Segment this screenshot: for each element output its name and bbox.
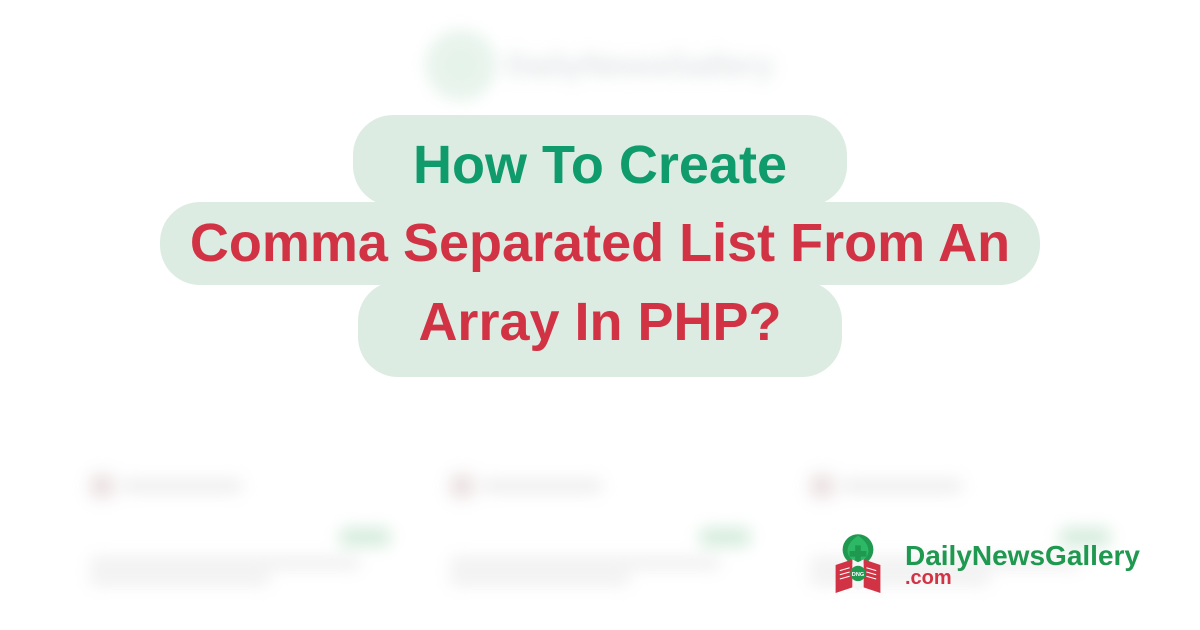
bg-blur-card bbox=[450, 474, 750, 590]
title-pill-middle: Comma Separated List From An bbox=[160, 202, 1040, 286]
title-pill-top: How To Create bbox=[353, 115, 847, 206]
title-pill-bottom: Array In PHP? bbox=[358, 281, 841, 377]
brand-logo: DNG DailyNewsGallery .com bbox=[823, 530, 1140, 600]
brand-name: DailyNewsGallery bbox=[905, 542, 1140, 570]
title-line-3: Array In PHP? bbox=[418, 289, 781, 357]
bg-blur-card bbox=[90, 474, 390, 590]
brand-domain: .com bbox=[905, 568, 1140, 588]
title-container: How To Create Comma Separated List From … bbox=[0, 115, 1200, 377]
svg-text:DNG: DNG bbox=[852, 572, 864, 578]
bg-blur-logo-text: DailyNewsGallery bbox=[506, 47, 775, 84]
bg-blur-logo-icon bbox=[426, 30, 496, 100]
title-line-2: Comma Separated List From An bbox=[190, 210, 1010, 278]
title-line-1: How To Create bbox=[413, 133, 787, 198]
bg-blur-logo: DailyNewsGallery bbox=[426, 30, 775, 100]
brand-logo-icon: DNG bbox=[823, 530, 893, 600]
brand-logo-text: DailyNewsGallery .com bbox=[905, 542, 1140, 588]
